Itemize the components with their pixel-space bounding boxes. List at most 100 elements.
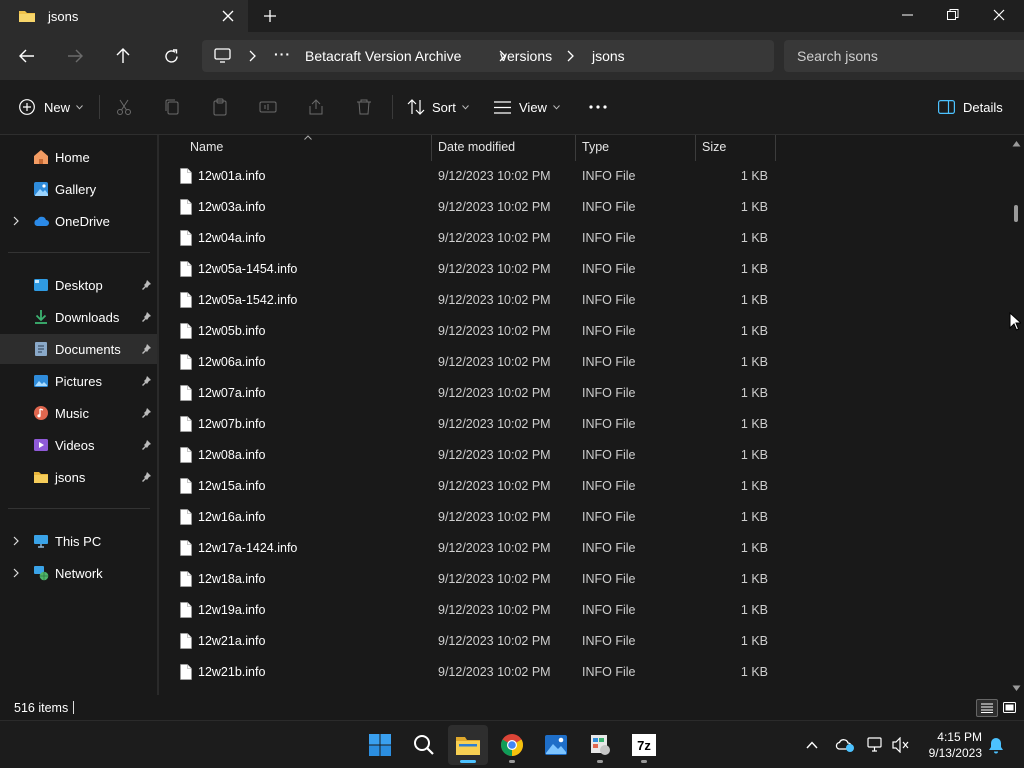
file-row[interactable]: 12w17a-1424.info 9/12/2023 10:02 PM INFO F… <box>159 533 779 564</box>
pin-icon[interactable] <box>140 343 152 355</box>
nav-item-jsons[interactable]: jsons <box>0 462 158 492</box>
file-row[interactable]: 12w08a.info 9/12/2023 10:02 PM INFO File 1 … <box>159 440 779 471</box>
tiles-view-button[interactable] <box>1000 699 1020 717</box>
details-view-button[interactable] <box>976 699 998 717</box>
pin-icon[interactable] <box>140 407 152 419</box>
nav-item-pictures[interactable]: Pictures <box>0 366 158 396</box>
column-name[interactable]: Name <box>190 140 223 154</box>
taskbar-photos[interactable] <box>536 725 576 765</box>
nav-item-downloads[interactable]: Downloads <box>0 302 158 332</box>
sort-button[interactable]: Sort <box>407 92 469 122</box>
search-box[interactable]: Search jsons <box>784 40 1024 72</box>
search-taskbar-button[interactable] <box>404 725 444 765</box>
file-row[interactable]: 12w21b.info 9/12/2023 10:02 PM INFO File 1 … <box>159 657 779 688</box>
column-resize-handle[interactable] <box>775 135 776 161</box>
refresh-button[interactable] <box>156 42 186 70</box>
file-row[interactable]: 12w04a.info 9/12/2023 10:02 PM INFO File 1 … <box>159 223 779 254</box>
file-row[interactable]: 12w07b.info 9/12/2023 10:02 PM INFO File 1 … <box>159 409 779 440</box>
file-row[interactable]: 12w15a.info 9/12/2023 10:02 PM INFO File 1 … <box>159 471 779 502</box>
vertical-scrollbar[interactable] <box>1010 135 1024 695</box>
file-row[interactable]: 12w21a.info 9/12/2023 10:02 PM INFO File 1 … <box>159 626 779 657</box>
close-tab-button[interactable] <box>218 6 238 26</box>
file-row[interactable]: 12w06a.info 9/12/2023 10:02 PM INFO File 1 … <box>159 347 779 378</box>
column-size[interactable]: Size <box>702 140 726 154</box>
taskbar-app-settings[interactable] <box>580 725 620 765</box>
chevron-right-icon[interactable] <box>10 567 22 579</box>
notifications-button[interactable] <box>986 735 1006 755</box>
scrollbar-thumb[interactable] <box>1014 205 1018 222</box>
close-icon <box>222 10 234 22</box>
file-row[interactable]: 12w18a.info 9/12/2023 10:02 PM INFO File 1 … <box>159 564 779 595</box>
volume-tray-button[interactable] <box>891 735 911 755</box>
pin-icon[interactable] <box>140 311 152 323</box>
column-type[interactable]: Type <box>582 140 609 154</box>
cut-icon[interactable] <box>115 98 135 118</box>
view-button[interactable]: View <box>494 92 560 122</box>
nav-item-videos[interactable]: Videos <box>0 430 158 460</box>
file-row[interactable]: 12w05b.info 9/12/2023 10:02 PM INFO File 1 … <box>159 316 779 347</box>
file-row[interactable]: 12w01a.info 9/12/2023 10:02 PM INFO File 1 … <box>159 161 779 192</box>
file-row[interactable]: 12w16a.info 9/12/2023 10:02 PM INFO File 1 … <box>159 502 779 533</box>
chevron-right-icon[interactable] <box>10 535 22 547</box>
restore-button[interactable] <box>930 0 976 30</box>
nav-item-home[interactable]: Home <box>0 142 158 172</box>
nav-item-this-pc[interactable]: This PC <box>0 526 158 556</box>
file-date-modified: 9/12/2023 10:02 PM <box>438 231 551 245</box>
network-tray-button[interactable] <box>866 735 886 755</box>
breadcrumb-versions[interactable]: versions <box>500 48 552 64</box>
file-row[interactable]: 12w03a.info 9/12/2023 10:02 PM INFO File 1 … <box>159 192 779 223</box>
delete-icon[interactable] <box>355 98 375 118</box>
pin-icon[interactable] <box>140 471 152 483</box>
show-hidden-icons-button[interactable] <box>802 735 822 755</box>
address-bar[interactable]: ··· Betacraft Version Archive versions j… <box>202 40 774 72</box>
file-icon <box>180 509 192 525</box>
breadcrumb-overflow[interactable]: ··· <box>274 46 291 62</box>
more-options-button[interactable] <box>589 92 607 122</box>
file-row[interactable]: 12w19a.info 9/12/2023 10:02 PM INFO File 1 … <box>159 595 779 626</box>
pin-icon[interactable] <box>140 375 152 387</box>
search-input[interactable]: Search jsons <box>797 48 878 64</box>
column-resize-handle[interactable] <box>575 135 576 161</box>
column-resize-handle[interactable] <box>431 135 432 161</box>
taskbar-chrome[interactable] <box>492 725 532 765</box>
back-button[interactable] <box>12 42 42 70</box>
forward-button[interactable] <box>60 42 90 70</box>
breadcrumb-betacraft[interactable]: Betacraft Version Archive <box>305 48 461 64</box>
new-tab-button[interactable] <box>258 6 282 26</box>
new-button[interactable]: New <box>18 92 83 122</box>
chevron-right-icon[interactable] <box>10 215 22 227</box>
rename-icon[interactable] <box>259 98 279 118</box>
paste-icon[interactable] <box>211 98 231 118</box>
tab-jsons[interactable]: jsons <box>0 0 248 32</box>
up-button[interactable] <box>108 42 138 70</box>
column-date-modified[interactable]: Date modified <box>438 140 515 154</box>
nav-item-onedrive[interactable]: OneDrive <box>0 206 158 236</box>
column-resize-handle[interactable] <box>695 135 696 161</box>
details-button[interactable]: Details <box>938 92 1003 122</box>
taskbar-file-explorer[interactable] <box>448 725 488 765</box>
file-type: INFO File <box>582 510 636 524</box>
file-row-partial[interactable] <box>159 688 779 695</box>
pin-icon[interactable] <box>140 439 152 451</box>
file-row[interactable]: 12w07a.info 9/12/2023 10:02 PM INFO File 1 … <box>159 378 779 409</box>
file-row[interactable]: 12w05a-1542.info 9/12/2023 10:02 PM INFO F… <box>159 285 779 316</box>
nav-item-gallery[interactable]: Gallery <box>0 174 158 204</box>
copy-icon[interactable] <box>163 98 183 118</box>
nav-item-network[interactable]: Network <box>0 558 158 588</box>
file-date-modified: 9/12/2023 10:02 PM <box>438 417 551 431</box>
file-row[interactable]: 12w05a-1454.info 9/12/2023 10:02 PM INFO F… <box>159 254 779 285</box>
onedrive-tray-button[interactable] <box>835 735 855 755</box>
close-window-button[interactable] <box>976 0 1022 30</box>
file-size: 1 KB <box>740 169 768 183</box>
nav-item-documents[interactable]: Documents <box>0 334 158 364</box>
pin-icon[interactable] <box>140 279 152 291</box>
start-button[interactable] <box>360 725 400 765</box>
taskbar-clock[interactable]: 4:15 PM 9/13/2023 <box>918 729 982 761</box>
nav-item-music[interactable]: Music <box>0 398 158 428</box>
breadcrumb-jsons[interactable]: jsons <box>592 48 625 64</box>
nav-item-desktop[interactable]: Desktop <box>0 270 158 300</box>
taskbar-7zip[interactable]: 7z <box>624 725 664 765</box>
minimize-button[interactable] <box>885 0 931 30</box>
title-bar: jsons <box>0 0 1024 32</box>
share-icon[interactable] <box>307 98 327 118</box>
